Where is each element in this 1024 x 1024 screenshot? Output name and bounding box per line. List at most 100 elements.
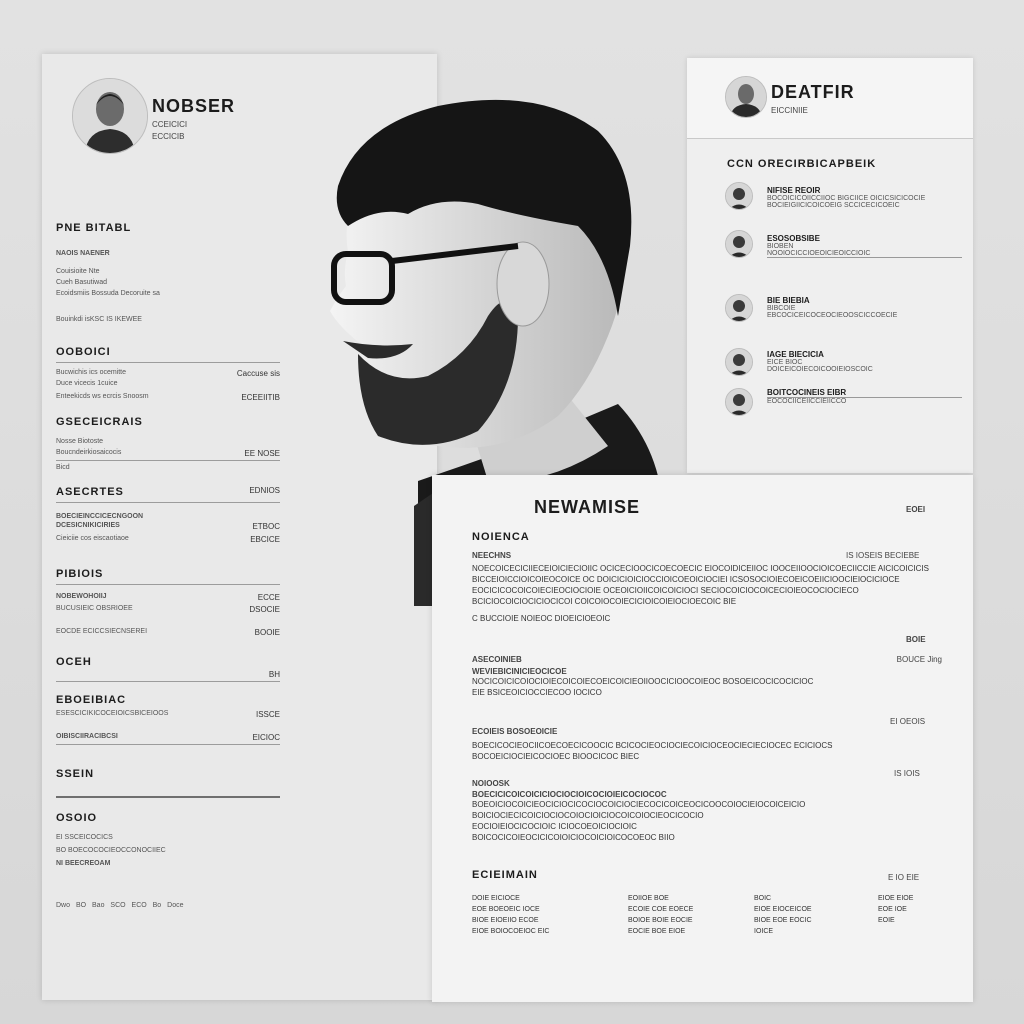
row-right: ISSCE <box>255 710 280 719</box>
section-row: Boucndeirkiosaicocis EE NOSE <box>56 449 280 461</box>
section-title: GSECEICRAIS <box>56 416 143 428</box>
paragraph-line: BCICIOCOICIOCICIOCICOI COICOIOCOIECICIOI… <box>472 597 737 606</box>
ref-entry: IAGE BIECICIA EICE BIOC DOICEICOIECOICOO… <box>767 350 962 373</box>
ref-avatar <box>725 182 753 210</box>
table-column: EOIIOE BOE ECOIE COE EOECE BOIOE BOIE EO… <box>628 895 738 935</box>
paragraph-line: BICCEIOICCIOICOIEOCOICE OC DOICICIOICIOC… <box>472 575 900 584</box>
row-left: EOCDE ECICCSIECNSEREI <box>56 628 148 635</box>
ref-line: DOICEICOIECOICOOIEIOSCOIC <box>767 366 873 373</box>
paragraph-line: BOICIOCIECICOICIOCIOCOIOCIOICIOCOICOIOCI… <box>472 811 704 820</box>
section-7: SSEIN <box>56 768 280 798</box>
subsection-title: NOIENCA <box>472 531 530 543</box>
ref-name: BIE BIEBIA <box>767 296 810 305</box>
section-title: OOBOICI <box>56 346 111 358</box>
profile-title: PNE BITABL <box>56 222 132 234</box>
references-title: CCN ORECIRBICAPBEIK <box>727 158 877 170</box>
ref-name: IAGE BIECICIA <box>767 350 824 359</box>
section-5: OCEH BH <box>56 656 280 682</box>
table-column: BOIC EIOE EIOCEICOE BIOE EOE EOCIC IOICE <box>754 895 864 935</box>
row-left: Duce vicecis 1cuice <box>56 380 118 387</box>
block-title: ASECOINIEB <box>472 655 522 664</box>
paragraph-line: BOECICOCIEOCIICOECOECICOOCIC BCICOCIEOCI… <box>472 741 833 750</box>
ref-entry: BOITCOCINEIS EIBR EOCOCIICEIICCIEIICCO <box>767 388 962 405</box>
profile-line: Cueh Basutiwad <box>56 279 107 286</box>
row-right: ETBOC <box>252 522 280 531</box>
row-left: Boucndeirkiosaicocis <box>56 449 122 456</box>
row-left: Nosse Biotoste <box>56 438 104 445</box>
table-cell: EOCIE BOE EIOE <box>628 928 686 935</box>
ref-name: BOITCOCINEIS EIBR <box>767 388 962 398</box>
section-row: OIBISCIIRACIBCSI EICIOC <box>56 733 280 745</box>
table-cell: EOE IOE <box>878 906 907 913</box>
experience-panel: NEWAMISE EOEI NOIENCA NEECHNS IS IOSEIS … <box>432 475 973 1002</box>
row-right: EBCICE <box>250 535 280 544</box>
section-1: OOBOICI Bucwichis ics ocemitte Caccuse s… <box>56 346 280 402</box>
row-left: BUCUSIEIC OBSRIOEE <box>56 605 133 612</box>
header-name: DEATFIR <box>771 82 855 102</box>
ref-line: BOCIEIGIICICOICOEIG SCCICECICOEIC <box>767 202 900 209</box>
ref-line: BIOBEN <box>767 243 794 250</box>
intro-paragraph: NOECOICECICIIECEIOICIECIOIIC OCICECIOOCI… <box>472 563 942 624</box>
person-icon <box>726 389 752 415</box>
paragraph-line: EIE BSICEOICIOCCIECOO IOCICO <box>472 688 602 697</box>
row-right: ECEEIITIB <box>241 393 280 402</box>
profile-footer: Bouinkdi isKSC IS IKEWEE <box>56 316 142 323</box>
person-icon <box>726 183 752 209</box>
divider <box>56 584 280 585</box>
block-subtitle: WEVIEBICINICIEOCICOE <box>472 667 567 676</box>
paragraph-line: NOCICOICICOIOCIOIECOICOIECOEICOICIEOIIOO… <box>472 677 814 686</box>
block-date: BOUCE Jing <box>896 655 942 664</box>
header-avatar <box>725 76 767 118</box>
block-head: ASECOINIEB BOUCE Jing <box>472 655 942 664</box>
row-right: EICIOC <box>252 733 280 742</box>
left-subtitle-1: CCEICICI <box>152 120 188 129</box>
ref-avatar <box>725 348 753 376</box>
experience-block: ECOIEIS BOSOEOICIE BOECICOCIEOCIICOECOEC… <box>472 727 942 762</box>
table-cell: IOICE <box>754 928 774 935</box>
left-name: NOBSER <box>152 96 236 116</box>
table-cell: EIOE BOIOCOEIOC EIC <box>472 928 550 935</box>
block-title: NOIOOSK <box>472 779 510 788</box>
ref-avatar <box>725 230 753 258</box>
divider <box>56 502 280 503</box>
section-title: OCEH <box>56 656 92 668</box>
paragraph-line: BOCOEICIOCIEICOCIOEC BIOOCICOC BIEC <box>472 752 640 761</box>
row-left: NI BEECREOAM <box>56 860 111 867</box>
ref-name: NIFISE REOIR <box>767 186 821 195</box>
row-left: Bucwichis ics ocemitte <box>56 369 127 376</box>
row-right: DSOCIE <box>249 605 280 614</box>
table-column: EIOE EIOE EOE IOE EOIE <box>878 895 948 924</box>
section-row: BOECIEINCCICECNGOON <box>56 513 280 520</box>
person-icon <box>73 79 147 153</box>
profile-avatar <box>72 78 148 154</box>
row-left: OIBISCIIRACIBCSI <box>56 733 118 740</box>
section-2: GSECEICRAIS Nosse Biotoste Boucndeirkios… <box>56 416 280 471</box>
section-row: NOBEWOHOIIJ ECCE <box>56 593 280 602</box>
subsection-date: IS IOSEIS BECIEBE <box>846 551 920 560</box>
row-right: BH <box>268 670 280 679</box>
section-row: Enteekicds ws ecrcis Snoosm ECEEIITIB <box>56 393 280 402</box>
references-panel: DEATFIR EICCINIIE CCN ORECIRBICAPBEIK NI… <box>687 58 973 473</box>
block-date: EI OEOIS <box>890 717 926 726</box>
table-cell: EOIIOE BOE <box>628 895 669 902</box>
table-cell: BIOE EIOEIIO ECOE <box>472 917 539 924</box>
section-title: PIBIOIS <box>56 568 104 580</box>
block-subtitle: BOECICICOICOICICIOCIOCIOICOCIOIEICOCIOCO… <box>472 790 667 799</box>
row-left: NOBEWOHOIIJ <box>56 593 107 600</box>
section-title: SSEIN <box>56 768 95 780</box>
profile-subtitle: NAOIS NAENER <box>56 250 110 257</box>
ref-entry: BIE BIEBIA BIBCOIE EBCOCICEICOCEOCIEOOSC… <box>767 296 962 319</box>
table-cell: EIOE EIOE <box>878 895 914 902</box>
divider <box>56 362 280 363</box>
paragraph-line: BOICOCICOIEOCICICOIOICIOCOICIOICOCOEOC B… <box>472 833 675 842</box>
person-icon <box>726 231 752 257</box>
subsection-subtitle: NEECHNS <box>472 551 512 560</box>
section-row: EOCDE ECICCSIECNSEREI BOOIE <box>56 628 280 637</box>
section-title: EBOEIBIAC <box>56 694 127 706</box>
row-right: EE NOSE <box>244 449 280 458</box>
paragraph-line: C BUCCIOIE NOIEOC DIOEICIOEOIC <box>472 614 611 623</box>
section-8: OSOIO EI SSCEICOCICS BO BOECOCOCIEOCCONO… <box>56 812 280 867</box>
ref-avatar <box>725 388 753 416</box>
table-cell: BOIOE BOIE EOCIE <box>628 917 693 924</box>
table-title: ECIEIMAIN <box>472 869 538 881</box>
